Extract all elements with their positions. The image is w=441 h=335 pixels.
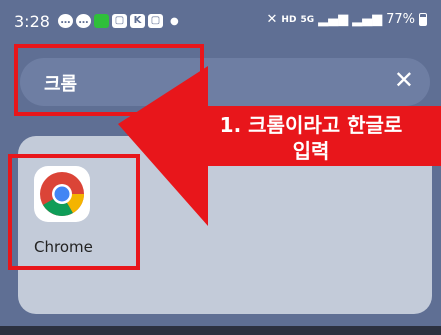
network-hd: HD <box>281 14 297 25</box>
app-icon-k: K <box>130 14 145 28</box>
status-time: 3:28 <box>14 12 50 31</box>
signal-icon: ▂▄▆ <box>318 12 349 27</box>
notification-icons: … … ▢ K ▢ ● <box>58 14 179 28</box>
app-icon-chat: ▢ <box>148 14 163 28</box>
network-5g: 5G <box>300 14 315 25</box>
status-right: ✕ HD 5G ▂▄▆ ▂▄▆ 77% <box>267 12 427 27</box>
message-icon: … <box>76 14 91 28</box>
annotation-line1: 1. 크롬이라고 한글로 <box>219 113 403 137</box>
mute-icon: ✕ <box>266 12 278 27</box>
annotation-text: 1. 크롬이라고 한글로 입력 <box>186 112 436 164</box>
battery-icon <box>419 13 427 26</box>
annotation-line2: 입력 <box>292 139 330 163</box>
message-icon: … <box>58 14 73 28</box>
bottom-bar <box>0 326 441 335</box>
dot-icon: ● <box>170 15 179 27</box>
app-icon-chat: ▢ <box>112 14 127 28</box>
signal-icon: ▂▄▆ <box>352 12 383 27</box>
battery-text: 77% <box>386 12 415 27</box>
app-icon-green <box>94 14 109 28</box>
status-bar: 3:28 … … ▢ K ▢ ● ✕ HD 5G ▂▄▆ ▂▄▆ 77% <box>0 0 441 40</box>
